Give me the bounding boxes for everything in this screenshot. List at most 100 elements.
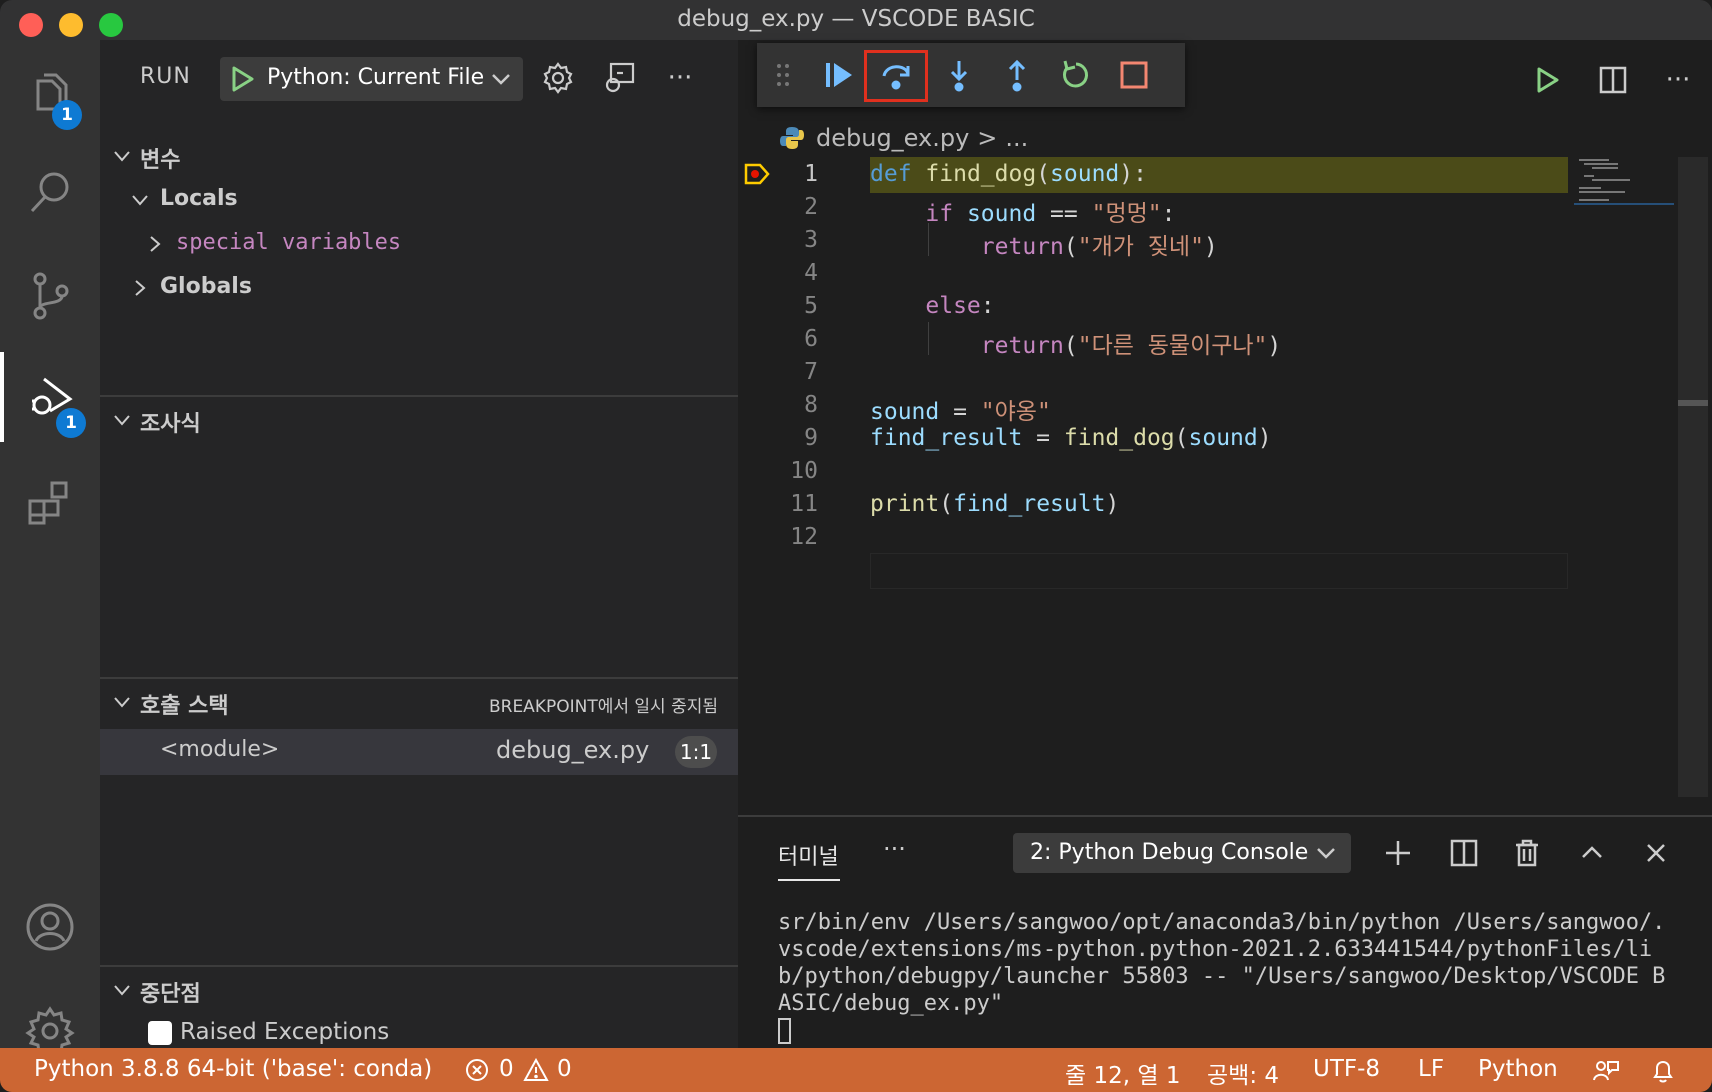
line-number[interactable]: 3 <box>738 227 818 253</box>
indentation[interactable]: 공백: 4 <box>1207 1056 1279 1090</box>
line-number[interactable]: 10 <box>738 458 818 484</box>
problems-indicator[interactable]: 0 0 <box>465 1048 595 1092</box>
frame-name: <module> <box>160 737 280 762</box>
continue-button[interactable] <box>817 53 861 97</box>
call-stack-section-header[interactable]: 호출 스택 BREAKPOINT에서 일시 중지됨 <box>100 680 738 724</box>
line-number[interactable]: 11 <box>738 491 818 517</box>
breakpoints-section-header[interactable]: 중단점 <box>100 968 738 1012</box>
add-terminal-button[interactable] <box>1376 831 1420 875</box>
search-icon <box>30 172 69 213</box>
line-number[interactable]: 4 <box>738 260 818 286</box>
code-line[interactable]: 12 <box>738 520 1574 556</box>
maximize-panel-button[interactable] <box>1570 831 1614 875</box>
line-number[interactable]: 7 <box>738 359 818 385</box>
code-line[interactable]: 3 return("개가 짖네") <box>738 223 1574 260</box>
launch-config-select[interactable]: Python: Current File <box>220 57 523 101</box>
step-over-button[interactable] <box>874 53 918 97</box>
watch-section-header[interactable]: 조사식 <box>100 398 738 442</box>
frame-position-badge: 1:1 <box>675 736 717 768</box>
tree-item-globals[interactable]: Globals <box>100 266 738 310</box>
line-number[interactable]: 6 <box>738 326 818 352</box>
python-interpreter[interactable]: Python 3.8.8 64-bit ('base': conda) <box>34 1056 432 1082</box>
tree-item-special-variables[interactable]: special variables <box>100 222 738 266</box>
debug-badge: 1 <box>56 408 86 438</box>
account-icon <box>26 903 74 951</box>
stop-button[interactable] <box>1112 53 1156 97</box>
feedback-icon[interactable] <box>1592 1058 1620 1084</box>
minimap[interactable] <box>1574 157 1674 217</box>
line-number[interactable]: 5 <box>738 293 818 319</box>
split-editor-button[interactable] <box>1591 58 1635 102</box>
watch-title: 조사식 <box>140 412 201 437</box>
step-out-icon <box>1008 59 1026 92</box>
code-line[interactable]: 4 <box>738 256 1574 292</box>
activity-run-debug[interactable]: 1 <box>0 352 100 442</box>
tree-item-locals[interactable]: Locals <box>100 178 738 222</box>
more-actions-icon[interactable]: ··· <box>660 58 700 98</box>
activity-source-control[interactable] <box>0 250 100 340</box>
editor-scrollbar[interactable] <box>1678 157 1708 797</box>
continue-icon <box>826 63 852 87</box>
breadcrumb-separator: > <box>977 124 998 152</box>
code-text: print(find_result) <box>870 491 1120 517</box>
close-panel-icon <box>1647 844 1665 862</box>
start-debugging-icon[interactable] <box>230 65 256 93</box>
debug-toolbar <box>757 43 1185 107</box>
raised-exceptions-checkbox[interactable] <box>148 1021 172 1045</box>
code-line[interactable]: 1 def find_dog(sound): <box>738 157 1574 193</box>
debug-console-icon <box>605 62 635 93</box>
run-icon <box>1537 67 1559 93</box>
terminal-select[interactable]: 2: Python Debug Console <box>1013 833 1351 873</box>
run-label: RUN <box>140 64 191 89</box>
activity-accounts[interactable] <box>0 882 100 972</box>
run-file-button[interactable] <box>1526 58 1570 102</box>
code-line[interactable]: 8 sound = "야옹" <box>738 388 1574 425</box>
encoding[interactable]: UTF-8 <box>1313 1056 1380 1082</box>
activity-extensions[interactable] <box>0 458 100 548</box>
restart-button[interactable] <box>1054 53 1098 97</box>
open-launch-json-button[interactable] <box>538 58 578 98</box>
activity-search[interactable] <box>0 148 100 238</box>
run-header: RUN Python: Current File ··· <box>100 40 738 116</box>
code-line[interactable]: 9 find_result = find_dog(sound) <box>738 421 1574 457</box>
breadcrumb-file[interactable]: debug_ex.py <box>816 124 969 152</box>
code-line[interactable]: 2 if sound == "멍멍": <box>738 190 1574 227</box>
line-number[interactable]: 2 <box>738 194 818 220</box>
split-terminal-button[interactable] <box>1442 831 1486 875</box>
step-out-button[interactable] <box>995 53 1039 97</box>
scroll-thumb[interactable] <box>1678 400 1708 406</box>
line-number[interactable]: 1 <box>738 161 818 187</box>
code-line[interactable]: 6 return("다른 동물이구나") <box>738 322 1574 359</box>
explorer-badge: 1 <box>52 100 82 130</box>
terminal-output[interactable]: sr/bin/env /Users/sangwoo/opt/anaconda3/… <box>778 909 1678 1044</box>
chevron-down-icon <box>492 74 510 85</box>
step-into-button[interactable] <box>937 53 981 97</box>
panel-more-icon[interactable]: ··· <box>883 835 906 863</box>
line-number[interactable]: 8 <box>738 392 818 418</box>
breakpoints-title: 중단점 <box>140 982 201 1007</box>
call-stack-title: 호출 스택 <box>140 694 229 719</box>
terminal-panel: 터미널 ··· 2: Python Debug Console sr/bin/e… <box>738 815 1712 1048</box>
breadcrumb-symbol[interactable]: ... <box>1005 124 1028 152</box>
cursor-position[interactable]: 줄 12, 열 1 <box>1065 1056 1180 1090</box>
end-of-line[interactable]: LF <box>1418 1056 1444 1082</box>
kill-terminal-button[interactable] <box>1505 831 1549 875</box>
activity-explorer[interactable]: 1 <box>0 48 100 138</box>
code-line[interactable]: 7 <box>738 355 1574 391</box>
tab-terminal[interactable]: 터미널 <box>778 839 839 871</box>
close-panel-button[interactable] <box>1634 831 1678 875</box>
line-number[interactable]: 12 <box>738 524 818 550</box>
call-stack-frame[interactable]: <module> debug_ex.py 1:1 <box>100 729 738 775</box>
code-line[interactable]: 10 <box>738 454 1574 490</box>
debug-console-button[interactable] <box>600 58 640 98</box>
terminal-cursor <box>778 1018 791 1044</box>
code-line[interactable]: 11 print(find_result) <box>738 487 1574 523</box>
more-icon[interactable]: ··· <box>1656 58 1700 102</box>
code-line[interactable]: 5 else: <box>738 289 1574 325</box>
drag-handle-icon[interactable] <box>761 53 805 97</box>
language-mode[interactable]: Python <box>1478 1056 1558 1082</box>
gear-icon <box>543 62 573 94</box>
line-number[interactable]: 9 <box>738 425 818 451</box>
variables-section-header[interactable]: 변수 <box>100 134 738 178</box>
bell-icon[interactable] <box>1650 1058 1676 1084</box>
